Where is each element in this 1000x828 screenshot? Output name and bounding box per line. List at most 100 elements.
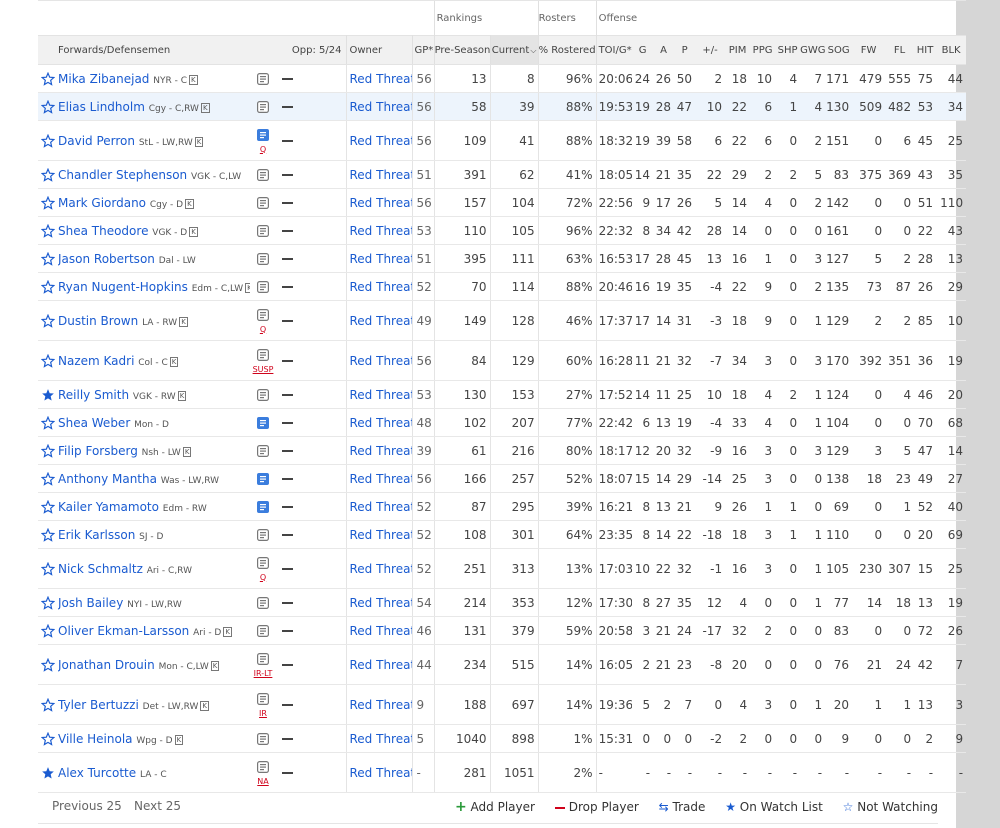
player-name-link[interactable]: Chandler Stephenson: [58, 168, 187, 182]
player-note-button[interactable]: [250, 408, 276, 437]
player-name-link[interactable]: Kailer Yamamoto: [58, 500, 159, 514]
owner-link[interactable]: Red Threat: [350, 252, 412, 266]
player-note-button[interactable]: IR: [250, 684, 276, 725]
player-name-link[interactable]: Shea Weber: [58, 416, 130, 430]
player-note-button[interactable]: Q: [250, 548, 276, 589]
player-note-button[interactable]: [250, 724, 276, 753]
player-name-link[interactable]: Tyler Bertuzzi: [58, 698, 139, 712]
player-note-button[interactable]: Q: [250, 120, 276, 161]
player-name-link[interactable]: Josh Bailey: [58, 596, 123, 610]
owner-link[interactable]: Red Threat: [350, 168, 412, 182]
owner-link[interactable]: Red Threat: [350, 224, 412, 238]
watch-star-button[interactable]: [38, 300, 58, 341]
player-name-link[interactable]: Elias Lindholm: [58, 100, 145, 114]
player-name-link[interactable]: Erik Karlsson: [58, 528, 135, 542]
injury-status[interactable]: Q: [250, 145, 276, 154]
player-note-button[interactable]: [250, 436, 276, 465]
player-name-link[interactable]: Nazem Kadri: [58, 354, 134, 368]
player-name-link[interactable]: Shea Theodore: [58, 224, 148, 238]
injury-status[interactable]: Q: [250, 573, 276, 582]
player-name-link[interactable]: David Perron: [58, 134, 135, 148]
watch-star-button[interactable]: [38, 684, 58, 725]
watch-star-button[interactable]: [38, 588, 58, 617]
player-note-button[interactable]: [250, 188, 276, 217]
header-p[interactable]: P: [674, 35, 696, 65]
player-note-button[interactable]: SUSP: [250, 340, 276, 381]
owner-link[interactable]: Red Threat: [350, 134, 412, 148]
owner-link[interactable]: Red Threat: [350, 280, 412, 294]
injury-status[interactable]: Q: [250, 325, 276, 334]
watch-star-button[interactable]: [38, 644, 58, 685]
owner-link[interactable]: Red Threat: [350, 100, 412, 114]
watch-star-button[interactable]: [38, 64, 58, 93]
owner-link[interactable]: Red Threat: [350, 596, 412, 610]
watch-star-button[interactable]: [38, 548, 58, 589]
player-note-button[interactable]: [250, 64, 276, 93]
player-note-button[interactable]: [250, 588, 276, 617]
watch-star-button[interactable]: [38, 520, 58, 549]
player-name-link[interactable]: Oliver Ekman-Larsson: [58, 624, 189, 638]
owner-link[interactable]: Red Threat: [350, 528, 412, 542]
header-rostered[interactable]: % Rostered: [538, 35, 597, 65]
player-name-link[interactable]: Reilly Smith: [58, 388, 129, 402]
header-player[interactable]: Forwards/Defensemen: [38, 35, 250, 65]
watch-star-button[interactable]: [38, 616, 58, 645]
watch-star-button[interactable]: [38, 244, 58, 273]
player-name-link[interactable]: Alex Turcotte: [58, 766, 136, 780]
header-pm[interactable]: +/-: [695, 35, 726, 65]
owner-link[interactable]: Red Threat: [350, 562, 412, 576]
owner-link[interactable]: Red Threat: [350, 72, 412, 86]
owner-link[interactable]: Red Threat: [350, 354, 412, 368]
player-note-button[interactable]: [250, 616, 276, 645]
watch-star-button[interactable]: [38, 340, 58, 381]
player-name-link[interactable]: Mika Zibanejad: [58, 72, 149, 86]
player-note-button[interactable]: [250, 92, 276, 121]
watch-star-button[interactable]: [38, 408, 58, 437]
owner-link[interactable]: Red Threat: [350, 444, 412, 458]
player-note-button[interactable]: [250, 380, 276, 409]
player-note-button[interactable]: [250, 160, 276, 189]
player-note-button[interactable]: [250, 464, 276, 493]
watch-star-button[interactable]: [38, 188, 58, 217]
watch-star-button[interactable]: [38, 216, 58, 245]
watch-star-button[interactable]: [38, 464, 58, 493]
watch-star-button[interactable]: [38, 380, 58, 409]
player-note-button[interactable]: [250, 272, 276, 301]
player-note-button[interactable]: [250, 492, 276, 521]
header-preseason[interactable]: Pre-Season: [434, 35, 491, 65]
watch-star-button[interactable]: [38, 92, 58, 121]
player-note-button[interactable]: [250, 244, 276, 273]
header-gp[interactable]: GP*: [412, 35, 435, 65]
watch-star-button[interactable]: [38, 492, 58, 521]
owner-link[interactable]: Red Threat: [350, 624, 412, 638]
watch-star-button[interactable]: [38, 272, 58, 301]
owner-link[interactable]: Red Threat: [350, 658, 412, 672]
player-name-link[interactable]: Ville Heinola: [58, 732, 133, 746]
player-name-link[interactable]: Ryan Nugent-Hopkins: [58, 280, 188, 294]
header-g[interactable]: G: [632, 35, 654, 65]
header-sog[interactable]: SOG: [825, 35, 853, 65]
header-owner[interactable]: Owner: [346, 35, 413, 65]
owner-link[interactable]: Red Threat: [350, 766, 412, 780]
previous-page-link[interactable]: Previous 25: [52, 799, 122, 813]
player-name-link[interactable]: Mark Giordano: [58, 196, 146, 210]
player-note-button[interactable]: [250, 216, 276, 245]
watch-star-button[interactable]: [38, 724, 58, 753]
header-fw[interactable]: FW: [852, 35, 886, 65]
header-pim[interactable]: PIM: [725, 35, 751, 65]
owner-link[interactable]: Red Threat: [350, 472, 412, 486]
header-a[interactable]: A: [653, 35, 675, 65]
header-current[interactable]: Current⌵: [490, 35, 539, 65]
player-note-button[interactable]: IR-LT: [250, 644, 276, 685]
owner-link[interactable]: Red Threat: [350, 416, 412, 430]
header-gwg[interactable]: GWG: [800, 35, 826, 65]
owner-link[interactable]: Red Threat: [350, 388, 412, 402]
watch-star-button[interactable]: [38, 752, 58, 793]
owner-link[interactable]: Red Threat: [350, 698, 412, 712]
owner-link[interactable]: Red Threat: [350, 196, 412, 210]
player-note-button[interactable]: NA: [250, 752, 276, 793]
header-ppg[interactable]: PPG: [750, 35, 776, 65]
injury-status[interactable]: SUSP: [250, 365, 276, 374]
owner-link[interactable]: Red Threat: [350, 314, 412, 328]
player-note-button[interactable]: Q: [250, 300, 276, 341]
